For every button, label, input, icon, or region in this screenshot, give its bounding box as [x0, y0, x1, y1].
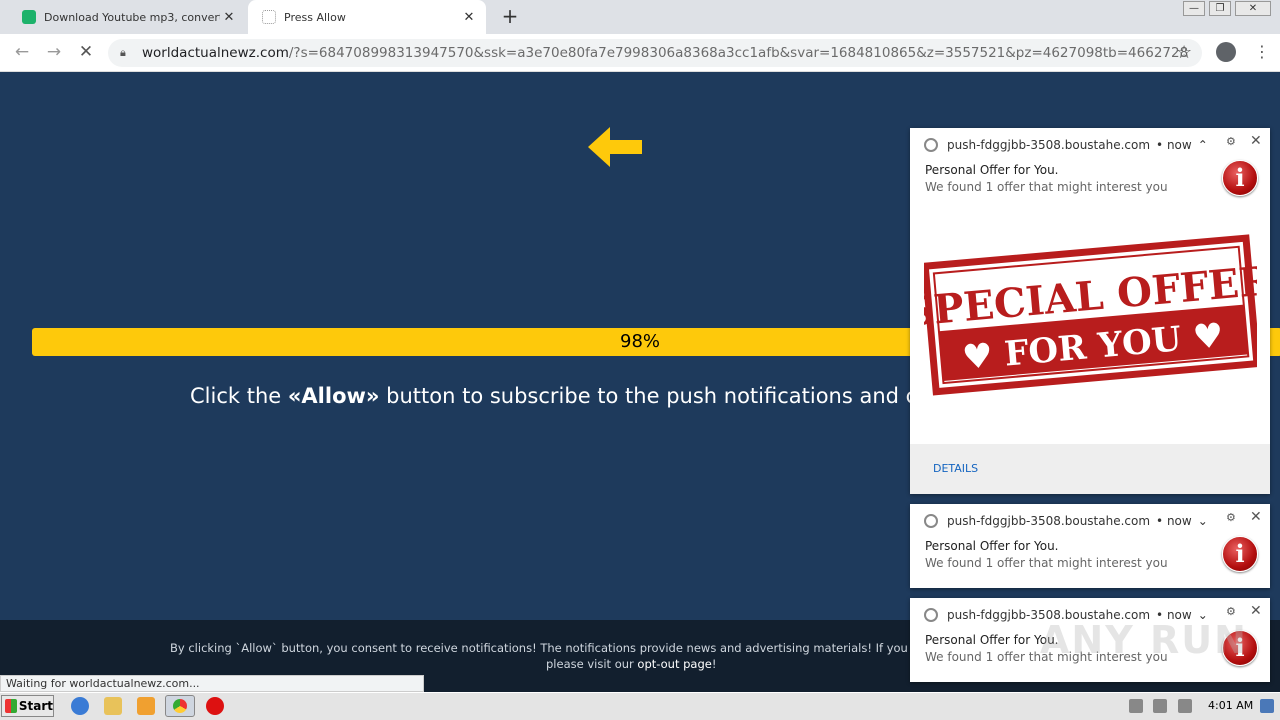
notification-message: We found 1 offer that might interest you: [925, 556, 1168, 570]
notification-source: push-fdggjbb-3508.boustahe.com: [947, 514, 1151, 528]
optout-prefix: please visit our: [546, 657, 638, 671]
chrome-icon: [924, 514, 938, 528]
settings-gear-icon[interactable]: ⚙: [1226, 135, 1236, 148]
address-bar[interactable]: 🔒︎ worldactualnewz.com/?s=68470899831394…: [108, 39, 1202, 67]
new-tab-icon[interactable]: +: [498, 5, 522, 29]
instruction-text-end: button to subscribe to the push notifica…: [379, 384, 931, 408]
close-tab-icon[interactable]: ✕: [460, 10, 478, 25]
lock-icon[interactable]: 🔒︎: [120, 46, 132, 60]
network-icon[interactable]: [1153, 699, 1167, 713]
close-tab-icon[interactable]: ✕: [220, 10, 238, 25]
special-offer-image: SPECIAL OFFER ♥ FOR YOU ♥: [924, 234, 1257, 396]
internet-explorer-icon[interactable]: [71, 697, 89, 715]
notification-message: We found 1 offer that might interest you: [925, 180, 1168, 194]
details-button[interactable]: DETAILS: [910, 444, 1270, 494]
close-notification-icon[interactable]: ✕: [1250, 509, 1262, 525]
bookmark-star-icon[interactable]: ☆: [1176, 42, 1192, 63]
anyrun-watermark: ANY RUN: [1040, 618, 1248, 662]
restore-window-icon[interactable]: ❐: [1209, 1, 1231, 16]
file-explorer-icon[interactable]: [104, 697, 122, 715]
taskbar-clock: 4:01 AM: [1208, 699, 1254, 712]
tab-title: Download Youtube mp3, convert Youtube: [44, 10, 220, 24]
start-label: Start: [18, 699, 53, 713]
push-notification-expanded[interactable]: push-fdggjbb-3508.boustahe.com • now ⌃ ⚙…: [910, 128, 1270, 494]
minimize-window-icon[interactable]: —: [1183, 1, 1205, 16]
close-window-icon[interactable]: ✕: [1235, 1, 1271, 16]
notification-time: • now: [1156, 138, 1192, 152]
tab-press-allow[interactable]: Press Allow ✕: [248, 0, 486, 34]
disclaimer-text: By clicking `Allow` button, you consent …: [170, 641, 910, 655]
close-notification-icon[interactable]: ✕: [1250, 603, 1262, 619]
forward-arrow-icon[interactable]: →: [42, 41, 66, 65]
windows-logo-icon: [5, 699, 17, 713]
optout-suffix: !: [711, 657, 717, 671]
url-host: worldactualnewz.com: [142, 45, 289, 61]
progress-percent: 98%: [620, 331, 661, 352]
media-player-icon[interactable]: [137, 697, 155, 715]
chrome-icon: [173, 699, 187, 713]
notification-time: • now: [1156, 514, 1192, 528]
opera-warning-icon[interactable]: [206, 697, 224, 715]
notification-title: Personal Offer for You.: [925, 539, 1059, 553]
notification-title: Personal Offer for You.: [925, 633, 1059, 647]
download-favicon-icon: [22, 10, 36, 24]
url-path: /?s=684708998313947570&ssk=a3e70e80fa7e7…: [288, 45, 1189, 61]
notification-title: Personal Offer for You.: [925, 163, 1059, 177]
opt-out-link[interactable]: opt-out page: [637, 657, 711, 671]
volume-icon[interactable]: [1129, 699, 1143, 713]
settings-gear-icon[interactable]: ⚙: [1226, 605, 1236, 618]
tab-youtube-download[interactable]: Download Youtube mp3, convert Youtube ✕: [8, 0, 246, 34]
collapse-caret-icon[interactable]: ⌃: [1198, 138, 1208, 152]
notification-header: push-fdggjbb-3508.boustahe.com • now ⌄: [924, 514, 1208, 528]
info-icon: i: [1222, 160, 1258, 196]
back-arrow-icon[interactable]: ←: [10, 41, 34, 65]
close-notification-icon[interactable]: ✕: [1250, 133, 1262, 149]
start-button[interactable]: Start: [1, 695, 54, 717]
instruction-text-start: Click the: [190, 384, 288, 408]
chrome-icon: [924, 138, 938, 152]
info-icon: i: [1222, 536, 1258, 572]
stop-loading-icon[interactable]: ✕: [74, 41, 98, 65]
show-desktop-icon[interactable]: [1260, 699, 1274, 713]
expand-caret-icon[interactable]: ⌄: [1198, 514, 1208, 528]
allow-keyword: «Allow»: [287, 384, 380, 408]
status-bar: Waiting for worldactualnewz.com...: [0, 675, 424, 692]
left-arrow-icon: [588, 127, 642, 167]
flag-tray-icon[interactable]: [1178, 699, 1192, 713]
profile-avatar-icon[interactable]: [1216, 42, 1236, 62]
chrome-taskbar-button[interactable]: [165, 695, 195, 717]
browser-menu-icon[interactable]: ⋮: [1254, 42, 1270, 61]
tab-title: Press Allow: [284, 10, 346, 24]
chrome-icon: [924, 608, 938, 622]
push-notification[interactable]: push-fdggjbb-3508.boustahe.com • now ⌄ ⚙…: [910, 504, 1270, 588]
loading-favicon-icon: [262, 10, 276, 24]
notification-header: push-fdggjbb-3508.boustahe.com • now ⌃: [924, 138, 1208, 152]
notification-source: push-fdggjbb-3508.boustahe.com: [947, 138, 1151, 152]
settings-gear-icon[interactable]: ⚙: [1226, 511, 1236, 524]
disclaimer-optout-line: please visit our opt-out page!: [546, 657, 716, 671]
